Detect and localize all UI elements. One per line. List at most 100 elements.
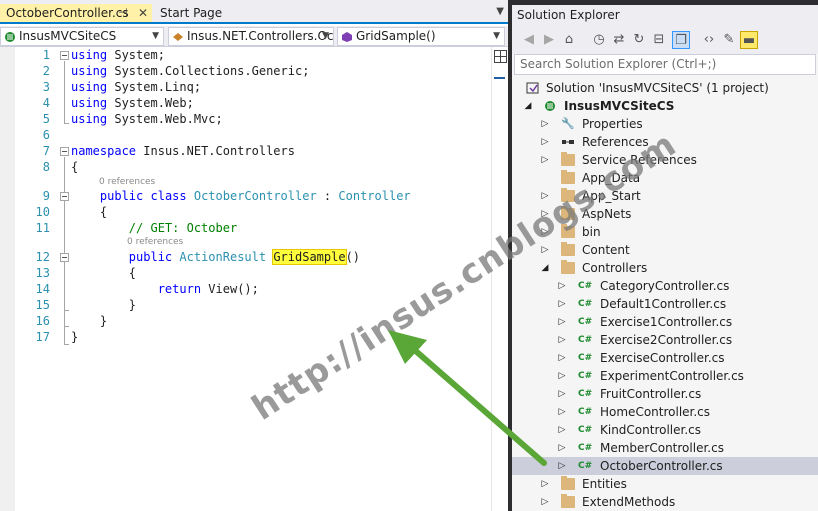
forward-icon[interactable]: ▶ — [540, 31, 558, 49]
code-line: } — [71, 314, 107, 328]
member-dropdown[interactable]: GridSample() ▼ — [337, 27, 505, 46]
brace: } — [71, 330, 79, 344]
tree-item-entities[interactable]: ▷ Entities — [512, 475, 818, 493]
tree-item-controller-file[interactable]: ▷ C# Exercise1Controller.cs — [512, 313, 818, 331]
tab-label: OctoberController.cs — [6, 6, 129, 20]
tree-item-app-start[interactable]: ▷ App_Start — [512, 187, 818, 205]
collapsed-arrow-icon[interactable]: ▷ — [539, 475, 551, 493]
tree-item-label: ExerciseController.cs — [600, 351, 725, 365]
tree-item-controller-file[interactable]: ▷ C# FruitController.cs — [512, 385, 818, 403]
tree-item-aspnets[interactable]: ▷ AspNets — [512, 205, 818, 223]
tree-item-controller-file[interactable]: ▷ C# ExperimentController.cs — [512, 367, 818, 385]
code-area[interactable]: 1 2 3 4 5 6 7 8 9 10 11 12 13 14 15 16 1… — [0, 47, 508, 511]
tree-item-controller-file[interactable]: ▷ C# Exercise2Controller.cs — [512, 331, 818, 349]
view-code-icon[interactable]: ‹› — [700, 31, 718, 49]
project-dropdown[interactable]: InsusMVCSiteCS ▼ — [0, 27, 164, 46]
collapse-class-toggle[interactable] — [60, 192, 69, 201]
collapsed-arrow-icon[interactable]: ▷ — [539, 133, 551, 151]
tree-item-controllers[interactable]: ◢ Controllers — [512, 259, 818, 277]
collapsed-arrow-icon[interactable]: ▷ — [556, 439, 568, 457]
collapsed-arrow-icon[interactable]: ▷ — [556, 331, 568, 349]
csharp-file-icon: C# — [578, 353, 593, 363]
collapsed-arrow-icon[interactable]: ▷ — [539, 187, 551, 205]
tree-item-label: FruitController.cs — [600, 387, 702, 401]
collapse-namespace-toggle[interactable] — [60, 147, 69, 156]
code-line: using System; — [71, 48, 165, 62]
collapsed-arrow-icon[interactable]: ▷ — [556, 349, 568, 367]
tree-item-controller-file[interactable]: ▷ C# HomeController.cs — [512, 403, 818, 421]
vertical-scrollbar[interactable] — [491, 47, 508, 511]
collapsed-arrow-icon[interactable]: ▷ — [556, 295, 568, 313]
properties-wrench-icon[interactable]: ✎ — [720, 31, 738, 49]
back-icon[interactable]: ◀ — [520, 31, 538, 49]
tree-item-label: Controllers — [582, 261, 648, 275]
tree-item-label: References — [582, 135, 649, 149]
tree-item-label: InsusMVCSiteCS — [564, 99, 675, 113]
collapsed-arrow-icon[interactable]: ▷ — [556, 403, 568, 421]
tree-item-controller-file[interactable]: ▷ C# CategoryController.cs — [512, 277, 818, 295]
tree-item-solution[interactable]: Solution 'InsusMVCSiteCS' (1 project) — [512, 79, 818, 97]
codelens-references[interactable]: 0 references — [127, 237, 183, 247]
collapsed-arrow-icon[interactable]: ▷ — [539, 223, 551, 241]
tree-item-controller-file[interactable]: ▷ C# ExerciseController.cs — [512, 349, 818, 367]
collapsed-arrow-icon[interactable]: ▷ — [556, 385, 568, 403]
expanded-arrow-icon[interactable]: ◢ — [539, 259, 551, 277]
collapse-all-icon[interactable]: ⊟ — [650, 31, 668, 49]
tree-item-label: HomeController.cs — [600, 405, 711, 419]
tab-start-page[interactable]: Start Page — [154, 4, 254, 22]
collapsed-arrow-icon[interactable]: ▷ — [539, 115, 551, 133]
collapsed-arrow-icon[interactable]: ▷ — [539, 205, 551, 223]
collapsed-arrow-icon[interactable]: ▷ — [556, 277, 568, 295]
collapsed-arrow-icon[interactable]: ▷ — [556, 313, 568, 331]
search-input[interactable]: Search Solution Explorer (Ctrl+;) — [514, 54, 816, 75]
auto-hide-pin-icon[interactable]: ▬ — [740, 31, 758, 49]
tab-overflow-dropdown-icon[interactable]: ▼ — [496, 6, 504, 17]
line-number: 12 — [35, 250, 50, 264]
tree-item-controller-file[interactable]: ▷ C# Default1Controller.cs — [512, 295, 818, 313]
sync-icon[interactable]: ⇄ — [610, 31, 628, 49]
tree-item-app-data[interactable]: App_Data — [512, 169, 818, 187]
codelens-references[interactable]: 0 references — [99, 177, 155, 187]
collapsed-arrow-icon[interactable]: ▷ — [539, 151, 551, 169]
chevron-down-icon: ▼ — [152, 31, 159, 41]
tree-item-bin[interactable]: ▷ bin — [512, 223, 818, 241]
tab-october-controller[interactable]: OctoberController.cs ⊣ ✕ — [0, 4, 152, 22]
split-window-icon[interactable] — [494, 50, 507, 63]
close-icon[interactable]: ✕ — [138, 4, 148, 22]
tree-item-label: Exercise2Controller.cs — [600, 333, 733, 347]
collapsed-arrow-icon[interactable]: ▷ — [556, 367, 568, 385]
tree-item-properties[interactable]: ▷ 🔧 Properties — [512, 115, 818, 133]
collapse-usings-toggle[interactable] — [60, 51, 69, 60]
collapse-method-toggle[interactable] — [60, 253, 69, 262]
tree-item-label: Default1Controller.cs — [600, 297, 727, 311]
tree-item-label: AspNets — [582, 207, 632, 221]
show-all-files-icon[interactable]: ❐ — [672, 31, 690, 49]
tree-item-controller-file-selected[interactable]: ▷ C# OctoberController.cs — [512, 457, 818, 475]
collapsed-arrow-icon[interactable]: ▷ — [539, 241, 551, 259]
tree-item-content[interactable]: ▷ Content — [512, 241, 818, 259]
tree-item-project[interactable]: ◢ InsusMVCSiteCS — [512, 97, 818, 115]
solution-explorer: Solution Explorer ◀ ▶ ⌂ ◷ ⇄ ↻ ⊟ ❐ ‹› ✎ ▬… — [512, 5, 818, 511]
tree-item-controller-file[interactable]: ▷ C# KindController.cs — [512, 421, 818, 439]
tree-item-extendmethods[interactable]: ▷ ExtendMethods — [512, 493, 818, 511]
history-icon[interactable]: ◷ — [590, 31, 608, 49]
line-number: 4 — [42, 96, 50, 110]
collapsed-arrow-icon[interactable]: ▷ — [556, 457, 568, 475]
return-expression: View(); — [208, 282, 259, 296]
tree-item-label: ExtendMethods — [582, 495, 676, 509]
line-number: 1 — [42, 48, 50, 62]
collapsed-arrow-icon[interactable]: ▷ — [539, 493, 551, 511]
indicator-margin — [0, 47, 15, 511]
tree-item-references[interactable]: ▷ References — [512, 133, 818, 151]
refresh-icon[interactable]: ↻ — [630, 31, 648, 49]
pin-icon[interactable]: ⊣ — [118, 4, 128, 22]
line-number: 6 — [42, 128, 50, 142]
class-dropdown[interactable]: Insus.NET.Controllers.Oc ▼ — [168, 27, 334, 46]
expanded-arrow-icon[interactable]: ◢ — [522, 97, 534, 115]
csharp-file-icon: C# — [578, 299, 593, 309]
tree-item-controller-file[interactable]: ▷ C# MemberController.cs — [512, 439, 818, 457]
home-icon[interactable]: ⌂ — [560, 31, 578, 49]
tree-item-service-references[interactable]: ▷ Service References — [512, 151, 818, 169]
collapsed-arrow-icon[interactable]: ▷ — [556, 421, 568, 439]
brace: { — [99, 205, 108, 219]
